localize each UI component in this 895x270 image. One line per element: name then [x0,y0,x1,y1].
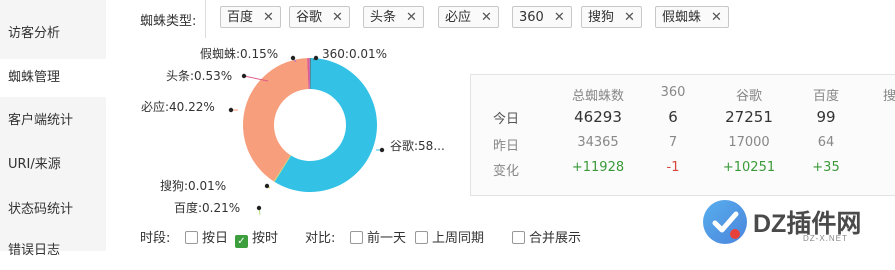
leader-dot-1 [264,183,270,189]
leader-dot-6 [313,55,319,61]
header-total: 总蜘蛛数 [571,89,624,104]
yesterday-baidu: 64 [817,135,835,150]
today-360: 6 [668,108,678,126]
tag-fake-spider: 假蜘蛛 ✕ [655,6,729,28]
sidebar-item-error-log[interactable]: 错误日志 [0,232,106,270]
header-360: 360 [660,85,686,100]
change-360: -1 [666,160,680,175]
checkbox-icon[interactable] [350,231,363,244]
slice-label-5: 假蜘蛛:0.15% [200,46,278,61]
slice-label-1: 搜狗:0.01% [160,178,226,193]
close-icon[interactable]: ✕ [554,10,565,25]
tag-toutiao: 头条 ✕ [363,6,424,28]
merge-checkbox[interactable]: 合并展示 [512,229,581,249]
watermark-logo: DZ插件网 DZ-X.NET [697,190,895,251]
compare-label: 对比: [305,231,336,246]
spider-stats-table: 总蜘蛛数 360 谷歌 百度 搜 今日 46293 6 27251 99 昨日 … [470,74,895,196]
watermark-subtext: DZ-X.NET [803,234,848,243]
last-week-checkbox[interactable]: 上周同期 [415,229,484,249]
leader-dot-3 [228,107,234,113]
prev-day-label: 前一天 [367,231,407,246]
yesterday-google: 17000 [728,135,770,150]
close-icon[interactable]: ✕ [406,10,417,25]
watermark-icon [703,200,747,244]
tag-bing: 必应 ✕ [438,6,499,28]
leader-dot-5 [290,55,296,61]
by-day-checkbox[interactable]: 按日 [185,229,228,249]
row-label-yesterday: 昨日 [493,139,520,154]
close-icon[interactable]: ✕ [624,10,635,25]
spider-donut-chart: 谷歌:58... 搜狗:0.01% 百度:0.21% 必应:40.22% 头条:0.53… [0,40,470,220]
header-google: 谷歌 [735,89,762,104]
close-icon[interactable]: ✕ [263,10,274,25]
row-label-change: 变化 [493,164,520,179]
spider-type-filter: 百度 ✕ 谷歌 ✕ 头条 ✕ 必应 ✕ 360 ✕ 搜狗 ✕ 假蜘蛛 ✕ [205,0,895,38]
donut-svg: 谷歌:58... 搜狗:0.01% 百度:0.21% 必应:40.22% 头条:0.53… [141,46,445,216]
today-google: 27251 [725,108,773,126]
leader-dot-0 [379,147,385,153]
header-baidu: 百度 [812,89,839,104]
yesterday-total: 34365 [577,135,619,150]
leader-dot-4 [241,73,247,79]
leader-dot-2 [256,205,262,211]
period-label: 时段: [140,231,171,246]
tag-google: 谷歌 ✕ [289,6,350,28]
tag-baidu: 百度 ✕ [220,6,281,28]
checkbox-icon[interactable] [185,231,198,244]
tag-label: 假蜘蛛 [662,10,702,25]
change-baidu: +35 [812,160,840,175]
row-label-today: 今日 [493,112,520,127]
prev-day-checkbox[interactable]: 前一天 [350,229,406,249]
change-total: +11928 [571,160,625,175]
spider-type-label: 蜘蛛类型: [140,14,197,29]
tag-label: 头条 [370,10,397,25]
checkbox-icon[interactable] [512,231,525,244]
header-sogou: 搜 [883,89,895,104]
tag-360: 360 ✕ [512,6,572,28]
checkbox-checked-icon[interactable]: ✓ [235,235,248,248]
yesterday-360: 7 [668,135,678,150]
today-baidu: 99 [816,108,836,126]
slice-label-0: 谷歌:58... [390,138,445,153]
close-icon[interactable]: ✕ [481,10,492,25]
last-week-label: 上周同期 [432,231,485,246]
slice-label-4: 头条:0.53% [166,69,232,83]
slice-label-6: 360:0.01% [322,47,387,61]
checkbox-icon[interactable] [415,231,428,244]
by-day-label: 按日 [202,231,229,246]
tag-label: 百度 [227,10,254,25]
tag-label: 搜狗 [588,10,615,25]
merge-label: 合并展示 [529,231,582,246]
close-icon[interactable]: ✕ [332,10,343,25]
slice-label-3: 必应:40.22% [141,99,215,114]
tag-sogou: 搜狗 ✕ [581,6,642,28]
tag-label: 360 [519,10,544,25]
today-total: 46293 [574,108,622,126]
close-icon[interactable]: ✕ [711,10,722,25]
slice-label-2: 百度:0.21% [174,200,240,215]
by-hour-checkbox[interactable]: ✓ 按时 [235,229,278,249]
change-google: +10251 [722,160,776,175]
tag-label: 谷歌 [296,10,323,25]
by-hour-label: 按时 [252,231,279,246]
tag-label: 必应 [445,10,472,25]
